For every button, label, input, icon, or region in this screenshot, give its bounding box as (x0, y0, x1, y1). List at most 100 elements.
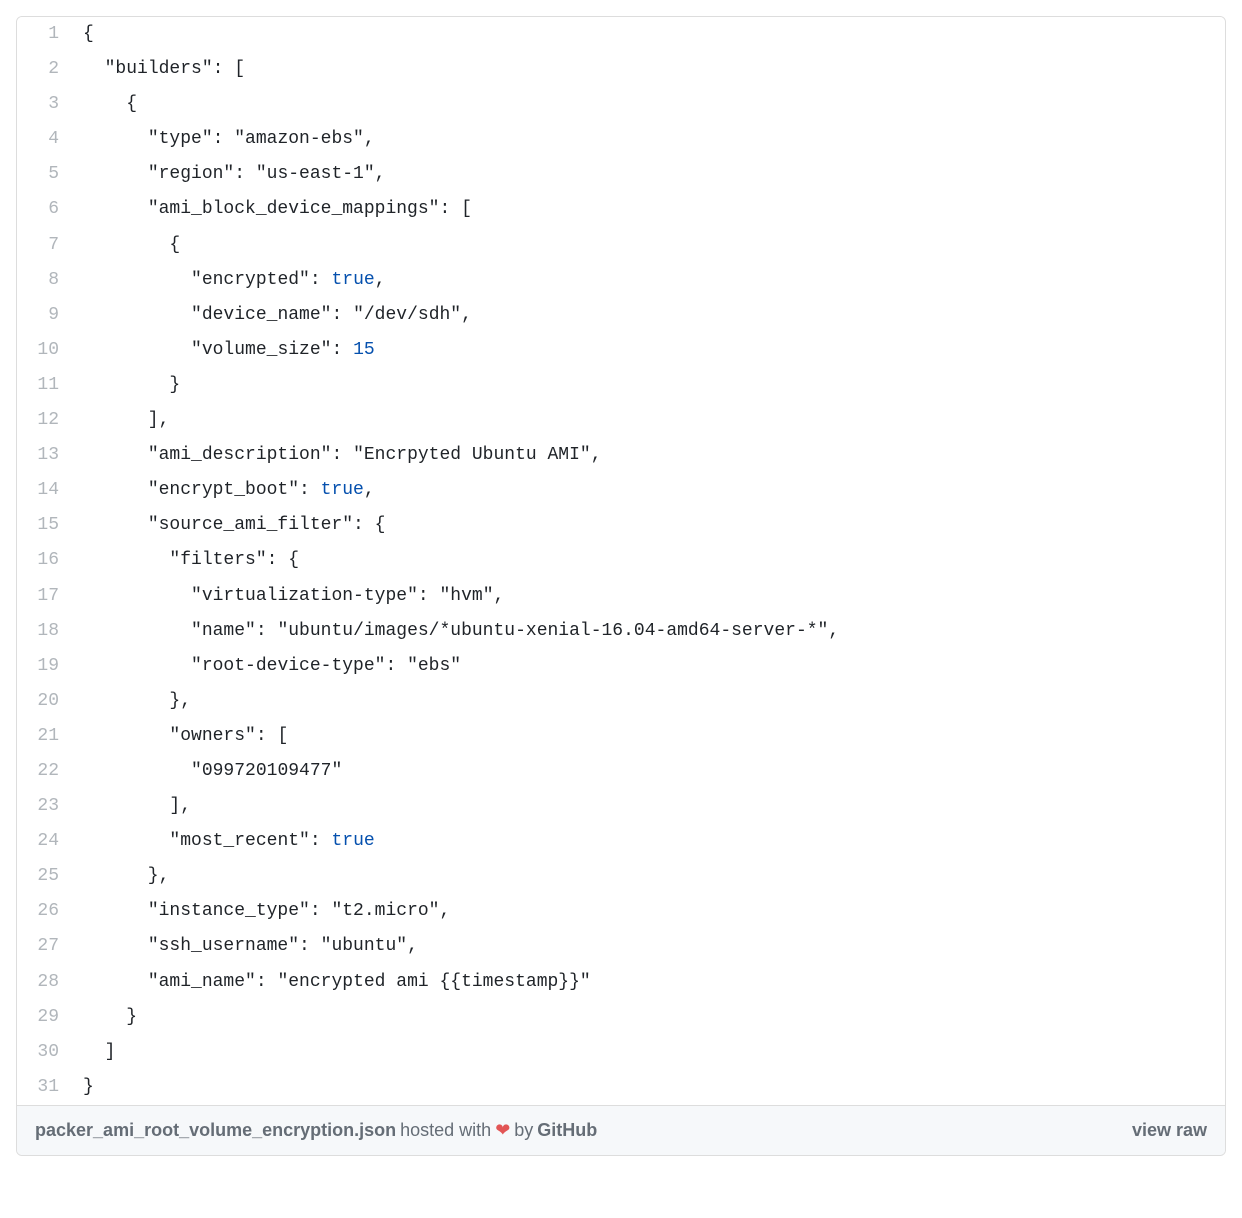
line-number: 25 (17, 859, 77, 894)
line-number: 5 (17, 157, 77, 192)
line-content[interactable]: "most_recent": true (77, 824, 375, 859)
line-content[interactable]: }, (77, 859, 169, 894)
line-number: 9 (17, 298, 77, 333)
code-line: 5 "region": "us-east-1", (17, 157, 1225, 192)
line-number: 23 (17, 789, 77, 824)
line-content[interactable]: } (77, 1000, 137, 1035)
code-area: 1{2 "builders": [3 {4 "type": "amazon-eb… (17, 17, 1225, 1105)
line-content[interactable]: "region": "us-east-1", (77, 157, 385, 192)
line-number: 8 (17, 263, 77, 298)
line-content[interactable]: "root-device-type": "ebs" (77, 649, 461, 684)
code-line: 20 }, (17, 684, 1225, 719)
line-number: 3 (17, 87, 77, 122)
line-number: 29 (17, 1000, 77, 1035)
view-raw-link[interactable]: view raw (1132, 1120, 1207, 1141)
code-line: 7 { (17, 228, 1225, 263)
code-line: 13 "ami_description": "Encrpyted Ubuntu … (17, 438, 1225, 473)
line-number: 21 (17, 719, 77, 754)
line-content[interactable]: { (77, 87, 137, 122)
line-content[interactable]: "encrypted": true, (77, 263, 386, 298)
by-text: by (514, 1120, 533, 1141)
line-number: 19 (17, 649, 77, 684)
line-number: 13 (17, 438, 77, 473)
line-number: 6 (17, 192, 77, 227)
line-number: 14 (17, 473, 77, 508)
heart-icon: ❤ (495, 1120, 510, 1141)
github-link[interactable]: GitHub (537, 1120, 597, 1141)
code-line: 9 "device_name": "/dev/sdh", (17, 298, 1225, 333)
line-number: 24 (17, 824, 77, 859)
code-line: 2 "builders": [ (17, 52, 1225, 87)
line-number: 18 (17, 614, 77, 649)
line-number: 20 (17, 684, 77, 719)
line-content[interactable]: "099720109477" (77, 754, 342, 789)
line-content[interactable]: { (77, 228, 180, 263)
line-content[interactable]: "ami_block_device_mappings": [ (77, 192, 472, 227)
code-line: 25 }, (17, 859, 1225, 894)
line-content[interactable]: } (77, 1070, 94, 1105)
code-line: 27 "ssh_username": "ubuntu", (17, 929, 1225, 964)
line-number: 1 (17, 17, 77, 52)
line-number: 7 (17, 228, 77, 263)
line-content[interactable]: } (77, 368, 180, 403)
line-number: 2 (17, 52, 77, 87)
line-content[interactable]: "encrypt_boot": true, (77, 473, 375, 508)
hosted-with-text: hosted with (400, 1120, 491, 1141)
line-content[interactable]: "type": "amazon-ebs", (77, 122, 375, 157)
line-content[interactable]: ] (77, 1035, 115, 1070)
line-content[interactable]: "builders": [ (77, 52, 245, 87)
line-content[interactable]: }, (77, 684, 191, 719)
gist-footer: packer_ami_root_volume_encryption.json h… (17, 1105, 1225, 1155)
footer-left: packer_ami_root_volume_encryption.json h… (35, 1120, 597, 1141)
line-content[interactable]: "filters": { (77, 543, 299, 578)
line-number: 11 (17, 368, 77, 403)
line-number: 16 (17, 543, 77, 578)
code-line: 30 ] (17, 1035, 1225, 1070)
line-number: 17 (17, 579, 77, 614)
line-number: 15 (17, 508, 77, 543)
code-line: 4 "type": "amazon-ebs", (17, 122, 1225, 157)
code-line: 22 "099720109477" (17, 754, 1225, 789)
gist-container: 1{2 "builders": [3 {4 "type": "amazon-eb… (16, 16, 1226, 1156)
line-content[interactable]: { (77, 17, 94, 52)
code-line: 17 "virtualization-type": "hvm", (17, 579, 1225, 614)
line-number: 22 (17, 754, 77, 789)
code-line: 29 } (17, 1000, 1225, 1035)
code-line: 23 ], (17, 789, 1225, 824)
line-content[interactable]: ], (77, 403, 169, 438)
code-line: 31} (17, 1070, 1225, 1105)
line-number: 4 (17, 122, 77, 157)
filename-link[interactable]: packer_ami_root_volume_encryption.json (35, 1120, 396, 1141)
code-line: 6 "ami_block_device_mappings": [ (17, 192, 1225, 227)
line-content[interactable]: "owners": [ (77, 719, 288, 754)
code-line: 1{ (17, 17, 1225, 52)
line-content[interactable]: "source_ami_filter": { (77, 508, 385, 543)
line-content[interactable]: "virtualization-type": "hvm", (77, 579, 504, 614)
line-number: 31 (17, 1070, 77, 1105)
line-content[interactable]: "device_name": "/dev/sdh", (77, 298, 472, 333)
code-line: 10 "volume_size": 15 (17, 333, 1225, 368)
code-line: 24 "most_recent": true (17, 824, 1225, 859)
line-content[interactable]: ], (77, 789, 191, 824)
line-number: 26 (17, 894, 77, 929)
line-content[interactable]: "ami_description": "Encrpyted Ubuntu AMI… (77, 438, 602, 473)
code-line: 12 ], (17, 403, 1225, 438)
line-content[interactable]: "instance_type": "t2.micro", (77, 894, 450, 929)
line-number: 30 (17, 1035, 77, 1070)
code-line: 28 "ami_name": "encrypted ami {{timestam… (17, 965, 1225, 1000)
line-number: 27 (17, 929, 77, 964)
line-content[interactable]: "ssh_username": "ubuntu", (77, 929, 418, 964)
line-number: 28 (17, 965, 77, 1000)
code-line: 19 "root-device-type": "ebs" (17, 649, 1225, 684)
line-content[interactable]: "ami_name": "encrypted ami {{timestamp}}… (77, 965, 591, 1000)
code-line: 11 } (17, 368, 1225, 403)
code-line: 15 "source_ami_filter": { (17, 508, 1225, 543)
line-content[interactable]: "volume_size": 15 (77, 333, 375, 368)
code-line: 16 "filters": { (17, 543, 1225, 578)
code-line: 3 { (17, 87, 1225, 122)
code-line: 26 "instance_type": "t2.micro", (17, 894, 1225, 929)
code-line: 18 "name": "ubuntu/images/*ubuntu-xenial… (17, 614, 1225, 649)
code-line: 14 "encrypt_boot": true, (17, 473, 1225, 508)
line-content[interactable]: "name": "ubuntu/images/*ubuntu-xenial-16… (77, 614, 839, 649)
code-line: 8 "encrypted": true, (17, 263, 1225, 298)
